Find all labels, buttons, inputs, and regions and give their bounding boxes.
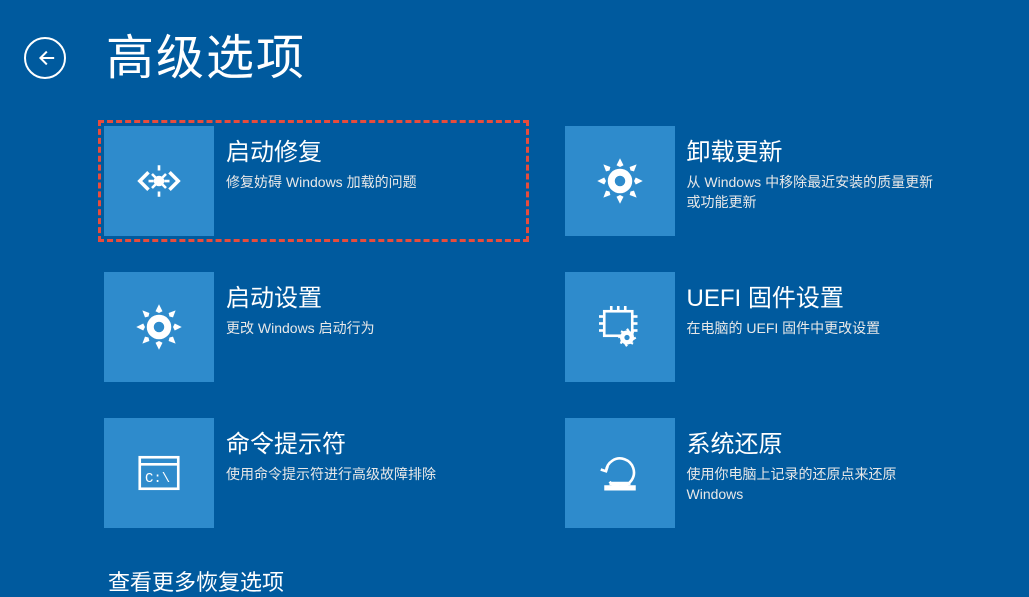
option-startup-settings[interactable]: 启动设置 更改 Windows 启动行为: [98, 266, 529, 388]
gear-icon: [104, 272, 214, 382]
option-system-restore[interactable]: 系统还原 使用你电脑上记录的还原点来还原 Windows: [559, 412, 990, 534]
option-title: 系统还原: [687, 424, 947, 459]
option-title: 启动修复: [226, 132, 417, 167]
option-desc: 修复妨碍 Windows 加载的问题: [226, 173, 417, 193]
option-title: 启动设置: [226, 278, 375, 313]
back-button[interactable]: [24, 37, 66, 79]
option-title: 卸载更新: [687, 132, 947, 167]
more-recovery-options-link[interactable]: 查看更多恢复选项: [108, 565, 284, 597]
option-uninstall-updates[interactable]: 卸载更新 从 Windows 中移除最近安装的质量更新或功能更新: [559, 120, 990, 242]
option-desc: 使用命令提示符进行高级故障排除: [226, 465, 436, 485]
option-desc: 使用你电脑上记录的还原点来还原 Windows: [687, 465, 947, 504]
option-desc: 从 Windows 中移除最近安装的质量更新或功能更新: [687, 173, 947, 212]
back-arrow-icon: [34, 47, 56, 69]
option-desc: 在电脑的 UEFI 固件中更改设置: [687, 319, 881, 339]
svg-text:C:\: C:\: [145, 471, 170, 487]
option-desc: 更改 Windows 启动行为: [226, 319, 375, 339]
option-uefi-firmware[interactable]: UEFI 固件设置 在电脑的 UEFI 固件中更改设置: [559, 266, 990, 388]
option-startup-repair[interactable]: 启动修复 修复妨碍 Windows 加载的问题: [98, 120, 529, 242]
option-command-prompt[interactable]: C:\ 命令提示符 使用命令提示符进行高级故障排除: [98, 412, 529, 534]
terminal-icon: C:\: [104, 418, 214, 528]
page-title: 高级选项: [106, 18, 306, 88]
chip-gear-icon: [565, 272, 675, 382]
option-title: UEFI 固件设置: [687, 278, 881, 313]
restore-icon: [565, 418, 675, 528]
wrench-code-icon: [104, 126, 214, 236]
option-title: 命令提示符: [226, 424, 436, 459]
gear-icon: [565, 126, 675, 236]
